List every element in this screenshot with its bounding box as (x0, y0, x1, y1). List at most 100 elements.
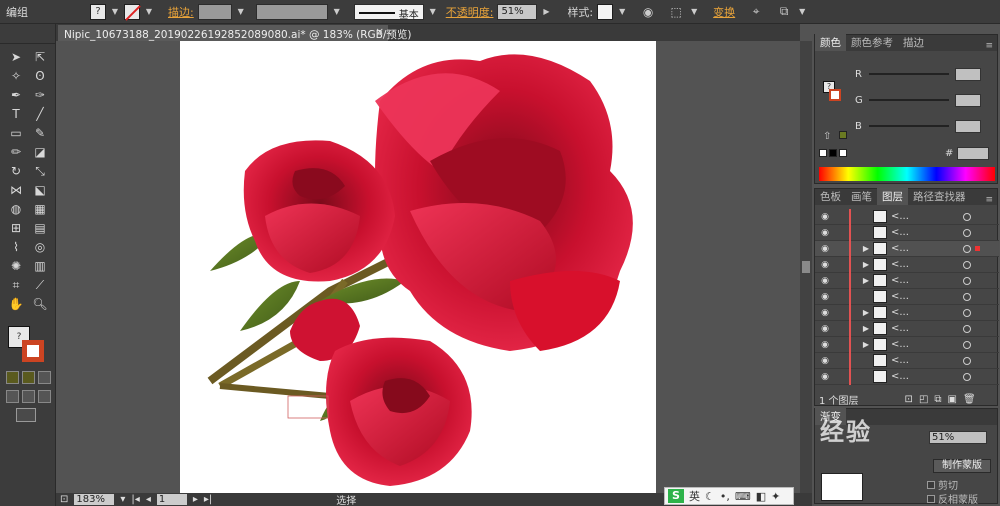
eraser-tool-icon[interactable]: ◪ (29, 143, 51, 161)
clip-checkbox[interactable] (927, 480, 935, 489)
perspective-grid-tool-icon[interactable]: ▦ (29, 200, 51, 218)
invert-checkbox-row[interactable]: 反相蒙版 (927, 491, 978, 506)
scale-tool-icon[interactable]: ⤡ (29, 162, 51, 180)
layer-target-icon[interactable] (963, 292, 971, 301)
arrange-icon[interactable]: ⧉ (775, 4, 793, 20)
recolor-artwork-icon[interactable]: ◉ (639, 4, 657, 20)
pen-tool-icon[interactable]: ✒ (5, 86, 27, 104)
width-tool-icon[interactable]: ⋈ (5, 181, 27, 199)
object-thumbnail[interactable] (821, 473, 863, 501)
tab-pathfinder[interactable]: 路径查找器 (908, 188, 971, 205)
hex-input[interactable] (957, 147, 990, 160)
rectangle-tool-icon[interactable]: ▭ (5, 124, 27, 142)
locate-object-icon[interactable]: ⊡ (905, 394, 913, 405)
r-channel-slider[interactable] (869, 73, 949, 75)
align-icon[interactable]: ⬚ (667, 4, 685, 20)
fill-swatch[interactable]: ? (90, 3, 106, 20)
draw-normal-icon[interactable] (6, 390, 19, 403)
column-graph-tool-icon[interactable]: ▥ (29, 257, 51, 275)
layer-target-icon[interactable] (963, 308, 971, 317)
visibility-eye-icon[interactable]: ◉ (815, 244, 835, 254)
vertical-scrollbar[interactable] (800, 41, 812, 493)
tools-grip[interactable] (0, 24, 55, 44)
transparency-opacity-input[interactable]: 51% (929, 431, 987, 444)
punctuation-icon[interactable]: •, (720, 490, 730, 503)
keyboard-icon[interactable]: ⌨ (735, 490, 751, 503)
style-dropdown-icon[interactable]: ▼ (617, 4, 627, 20)
layer-row[interactable]: ◉ <... (815, 224, 999, 241)
layer-name[interactable]: <... (891, 323, 951, 334)
layer-row[interactable]: ◉ ▶ <... (815, 272, 999, 289)
layer-name[interactable]: <... (891, 371, 951, 382)
stroke-link[interactable]: 描边: (168, 4, 194, 20)
r-channel-input[interactable] (955, 67, 981, 81)
layer-target-icon[interactable] (963, 372, 971, 381)
ime-language[interactable]: 英 (689, 488, 700, 504)
magic-wand-tool-icon[interactable]: ✧ (5, 67, 27, 85)
expand-icon[interactable]: ▶ (859, 244, 873, 253)
document-tab[interactable]: Nipic_10673188_20190226192852089080.ai* … (58, 25, 412, 41)
layer-target-icon[interactable] (963, 244, 971, 253)
expand-icon[interactable]: ▶ (859, 276, 873, 285)
skin-icon[interactable]: ◧ (756, 490, 766, 503)
variable-width-dropdown-icon[interactable]: ▼ (332, 4, 342, 20)
layer-name[interactable]: <... (891, 291, 951, 302)
none-swatch[interactable] (819, 149, 827, 157)
mesh-tool-icon[interactable]: ⊞ (5, 219, 27, 237)
layer-name[interactable]: <... (891, 211, 951, 222)
opacity-dropdown-icon[interactable]: ▶ (541, 4, 551, 20)
layers-menu-icon[interactable]: ≡ (985, 195, 997, 205)
brush-dropdown-icon[interactable]: ▼ (428, 4, 438, 20)
rose-artwork[interactable] (180, 41, 656, 493)
visibility-eye-icon[interactable]: ◉ (815, 276, 835, 286)
expand-icon[interactable]: ▶ (859, 308, 873, 317)
layer-name[interactable]: <... (891, 355, 951, 366)
eyedropper-tool-icon[interactable]: ⌇ (5, 238, 27, 256)
visibility-eye-icon[interactable]: ◉ (815, 260, 835, 270)
expand-icon[interactable]: ▶ (859, 260, 873, 269)
tab-color[interactable]: 颜色 (815, 34, 846, 51)
new-sublayer-icon[interactable]: ⧉ (934, 394, 941, 405)
visibility-eye-icon[interactable]: ◉ (815, 292, 835, 302)
draw-inside-icon[interactable] (38, 390, 51, 403)
layer-target-icon[interactable] (963, 324, 971, 333)
layer-name[interactable]: <... (891, 307, 951, 318)
tab-color-guide[interactable]: 颜色参考 (846, 34, 898, 51)
blend-tool-icon[interactable]: ◎ (29, 238, 51, 256)
graphic-style-swatch[interactable] (597, 3, 614, 20)
stroke-dropdown-icon[interactable]: ▼ (144, 4, 154, 20)
expand-icon[interactable]: ▶ (859, 340, 873, 349)
visibility-eye-icon[interactable]: ◉ (815, 372, 835, 382)
slice-tool-icon[interactable]: ⟋ (29, 276, 51, 294)
rotate-tool-icon[interactable]: ↻ (5, 162, 27, 180)
layer-row[interactable]: ◉ ▶ <... (815, 320, 999, 337)
close-tab-icon[interactable]: × (375, 26, 384, 38)
paintbrush-tool-icon[interactable]: ✎ (29, 124, 51, 142)
last-color-swatch[interactable] (839, 131, 847, 139)
color-stroke-indicator[interactable] (829, 89, 841, 101)
lasso-tool-icon[interactable]: ʘ (29, 67, 51, 85)
artboard-number-field[interactable]: 1 (156, 494, 187, 505)
visibility-eye-icon[interactable]: ◉ (815, 228, 835, 238)
fill-stroke-widget[interactable]: ? (6, 324, 50, 370)
stroke-weight-input[interactable] (197, 3, 232, 20)
gradient-mode-button[interactable] (22, 371, 35, 384)
arrange-dropdown-icon[interactable]: ▼ (797, 4, 807, 20)
layer-row[interactable]: ◉ <... (815, 368, 999, 385)
make-mask-button[interactable]: 制作蒙版 (933, 459, 991, 473)
layer-name[interactable]: <... (891, 339, 951, 350)
b-channel-slider[interactable] (869, 125, 949, 127)
layer-row[interactable]: ◉ ▶ <... (815, 336, 999, 353)
opacity-link[interactable]: 不透明度: (446, 4, 494, 20)
zoom-dropdown-icon[interactable]: ▾ (120, 494, 125, 505)
zoom-tool-icon[interactable]: 🔍︎ (29, 295, 51, 313)
artboard[interactable] (180, 41, 656, 493)
visibility-eye-icon[interactable]: ◉ (815, 308, 835, 318)
layer-target-icon[interactable] (963, 276, 971, 285)
clip-checkbox-row[interactable]: 剪切 (927, 477, 958, 492)
color-spectrum[interactable] (819, 167, 995, 181)
layer-row[interactable]: ◉ ▶ <... (815, 304, 999, 321)
line-tool-icon[interactable]: ╱ (29, 105, 51, 123)
align-dropdown-icon[interactable]: ▼ (689, 4, 699, 20)
expand-icon[interactable]: ▶ (859, 324, 873, 333)
